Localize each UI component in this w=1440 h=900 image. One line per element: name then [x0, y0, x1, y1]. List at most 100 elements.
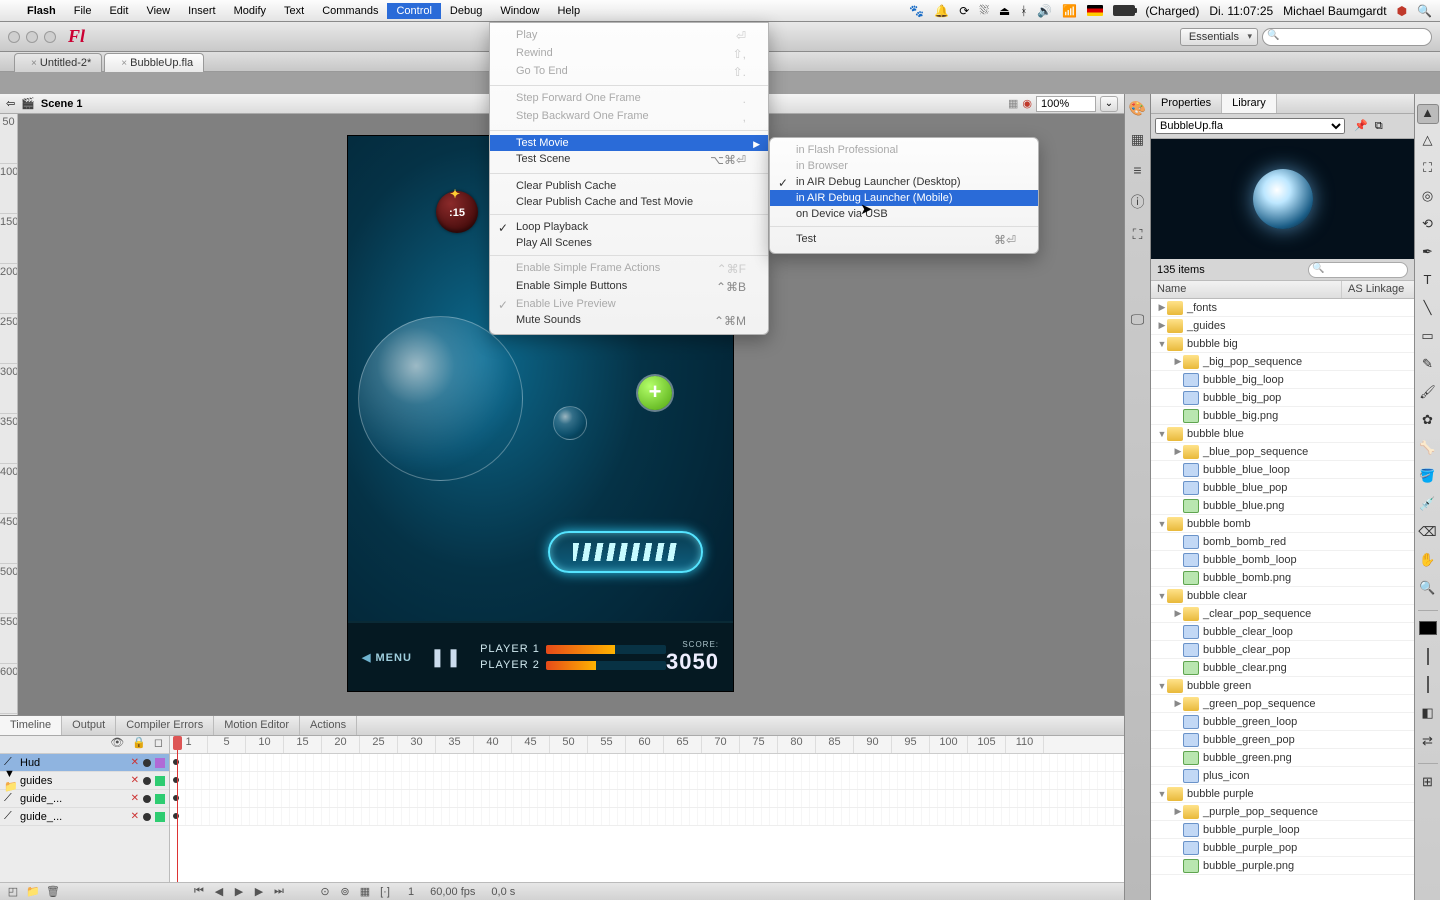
- bell-icon[interactable]: 🔔: [934, 4, 949, 18]
- library-item[interactable]: ▶_clear_pop_sequence: [1151, 605, 1414, 623]
- library-item[interactable]: bubble_green.png: [1151, 749, 1414, 767]
- library-item[interactable]: bubble_green_pop: [1151, 731, 1414, 749]
- power-bar[interactable]: [548, 531, 703, 573]
- plus-sprite[interactable]: +: [638, 376, 672, 410]
- bubble-large[interactable]: [358, 316, 523, 481]
- library-item[interactable]: bubble_purple.png: [1151, 857, 1414, 875]
- menu-item[interactable]: Enable Simple Buttons⌃⌘B: [490, 278, 768, 296]
- library-item[interactable]: bomb_bomb_red: [1151, 533, 1414, 551]
- bomb-sprite[interactable]: :15: [436, 191, 478, 233]
- swatches-panel-icon[interactable]: ▦: [1131, 131, 1144, 148]
- modify-markers-button[interactable]: [·]: [378, 886, 392, 898]
- menu-debug[interactable]: Debug: [441, 3, 491, 19]
- library-col-linkage[interactable]: AS Linkage: [1342, 281, 1414, 298]
- selection-tool[interactable]: ▲: [1417, 104, 1439, 124]
- play-button[interactable]: ▶: [232, 885, 246, 898]
- color-panel-icon[interactable]: 🎨: [1129, 100, 1146, 117]
- library-item[interactable]: ▶_green_pop_sequence: [1151, 695, 1414, 713]
- library-item[interactable]: bubble_bomb.png: [1151, 569, 1414, 587]
- library-item[interactable]: bubble_purple_pop: [1151, 839, 1414, 857]
- dropbox-icon[interactable]: ⛆: [979, 3, 989, 18]
- library-item[interactable]: plus_icon: [1151, 767, 1414, 785]
- library-item[interactable]: ▶_blue_pop_sequence: [1151, 443, 1414, 461]
- snap-icon[interactable]: ⊞: [1417, 774, 1439, 794]
- new-folder-button[interactable]: 📁: [26, 885, 40, 898]
- library-item[interactable]: bubble_clear_loop: [1151, 623, 1414, 641]
- panel-tab[interactable]: Library: [1222, 94, 1277, 113]
- zoom-tool[interactable]: 🔍: [1417, 580, 1439, 600]
- playhead[interactable]: [177, 736, 178, 882]
- bottom-tab[interactable]: Actions: [300, 716, 357, 735]
- edit-scene-icon[interactable]: ▦: [1008, 97, 1018, 110]
- eject-icon[interactable]: ⏏: [999, 4, 1010, 18]
- pin-icon[interactable]: 📌: [1354, 120, 1368, 132]
- rewind-button[interactable]: ⏮: [192, 885, 206, 898]
- visibility-icon[interactable]: 👁: [110, 736, 124, 753]
- hud-pause-button[interactable]: ❚❚: [430, 647, 462, 668]
- menu-commands[interactable]: Commands: [313, 3, 387, 19]
- menu-modify[interactable]: Modify: [225, 3, 275, 19]
- volume-icon[interactable]: 🔊: [1037, 4, 1052, 18]
- edit-symbol-icon[interactable]: ◉: [1022, 97, 1032, 110]
- document-tab[interactable]: × BubbleUp.fla: [104, 53, 204, 72]
- 3d-rotation-tool[interactable]: ◎: [1417, 188, 1439, 208]
- bluetooth-icon[interactable]: ᚼ: [1020, 4, 1027, 18]
- library-item[interactable]: ▶_fonts: [1151, 299, 1414, 317]
- spotlight-icon[interactable]: 🔍: [1417, 4, 1432, 18]
- delete-layer-button[interactable]: 🗑: [46, 885, 60, 898]
- library-item[interactable]: ▶_purple_pop_sequence: [1151, 803, 1414, 821]
- library-item[interactable]: bubble_big_loop: [1151, 371, 1414, 389]
- tab-close-icon[interactable]: ×: [121, 58, 127, 69]
- align-panel-icon[interactable]: ≡: [1133, 162, 1141, 178]
- timeline-frames[interactable]: 1510152025303540455055606570758085909510…: [170, 736, 1124, 882]
- input-source-flag[interactable]: [1087, 5, 1103, 16]
- clock[interactable]: Di. 11:07:25: [1209, 4, 1273, 18]
- library-col-name[interactable]: Name: [1151, 281, 1342, 298]
- workspace-switcher[interactable]: Essentials: [1180, 28, 1258, 46]
- help-search[interactable]: [1262, 28, 1432, 46]
- end-button[interactable]: ⏭: [272, 885, 286, 898]
- outline-icon[interactable]: ◻: [154, 736, 163, 753]
- library-item[interactable]: bubble_purple_loop: [1151, 821, 1414, 839]
- library-item[interactable]: bubble_blue_pop: [1151, 479, 1414, 497]
- hud-menu-button[interactable]: MENU: [362, 651, 412, 664]
- menu-item[interactable]: Test Movie: [490, 135, 768, 151]
- panel-tab[interactable]: Properties: [1151, 94, 1222, 113]
- bottom-tab[interactable]: Motion Editor: [214, 716, 300, 735]
- text-tool[interactable]: T: [1417, 272, 1439, 292]
- free-transform-tool[interactable]: ⛶: [1417, 160, 1439, 180]
- library-item[interactable]: ▶_big_pop_sequence: [1151, 353, 1414, 371]
- menu-edit[interactable]: Edit: [100, 3, 137, 19]
- onion-skin-button[interactable]: ⊙: [318, 885, 332, 898]
- library-search[interactable]: [1308, 262, 1408, 278]
- zoom-step-button[interactable]: ⌄: [1100, 96, 1118, 112]
- menu-item[interactable]: Test Scene⌥⌘⏎: [490, 151, 768, 169]
- edit-multiple-frames-button[interactable]: ▦: [358, 885, 372, 898]
- step-fwd-button[interactable]: ▶: [252, 885, 266, 898]
- library-item[interactable]: ▼bubble green: [1151, 677, 1414, 695]
- menu-item[interactable]: Loop Playback: [490, 219, 768, 235]
- document-tab[interactable]: × Untitled-2*: [14, 53, 102, 72]
- zoom-field[interactable]: [1036, 96, 1096, 112]
- submenu-item[interactable]: Test⌘⏎: [770, 231, 1038, 249]
- step-back-button[interactable]: ◀: [212, 885, 226, 898]
- lasso-tool[interactable]: ⟲: [1417, 216, 1439, 236]
- new-library-panel-icon[interactable]: ⧉: [1375, 120, 1383, 132]
- library-item[interactable]: ▼bubble blue: [1151, 425, 1414, 443]
- new-layer-button[interactable]: ◰: [6, 885, 20, 898]
- timeline-layer-row[interactable]: ⟋guide_...✕: [0, 790, 169, 808]
- library-item[interactable]: bubble_clear.png: [1151, 659, 1414, 677]
- transform-panel-icon[interactable]: ⛶: [1133, 226, 1143, 243]
- library-document-select[interactable]: BubbleUp.fla: [1155, 118, 1345, 134]
- library-item[interactable]: ▶_guides: [1151, 317, 1414, 335]
- menu-item[interactable]: Clear Publish Cache: [490, 178, 768, 194]
- menu-text[interactable]: Text: [275, 3, 313, 19]
- rectangle-tool[interactable]: ▭: [1417, 328, 1439, 348]
- timeline-layer-row[interactable]: ⟋guide_...✕: [0, 808, 169, 826]
- noline-icon[interactable]: [1417, 649, 1439, 669]
- menu-insert[interactable]: Insert: [179, 3, 225, 19]
- submenu-item[interactable]: in AIR Debug Launcher (Desktop): [770, 174, 1038, 190]
- menu-item[interactable]: Mute Sounds⌃⌘M: [490, 312, 768, 330]
- paw-icon[interactable]: 🐾: [909, 4, 924, 18]
- onion-skin-outlines-button[interactable]: ⊚: [338, 885, 352, 898]
